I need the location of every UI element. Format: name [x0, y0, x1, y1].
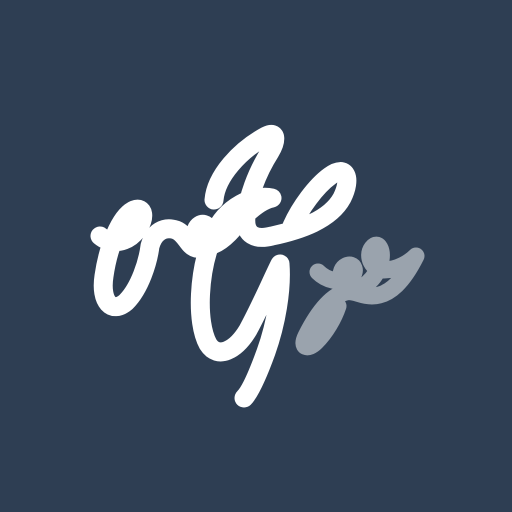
script-monogram-logo-icon	[90, 125, 425, 408]
app-icon	[0, 0, 512, 512]
right-loop-stroke	[295, 236, 425, 356]
